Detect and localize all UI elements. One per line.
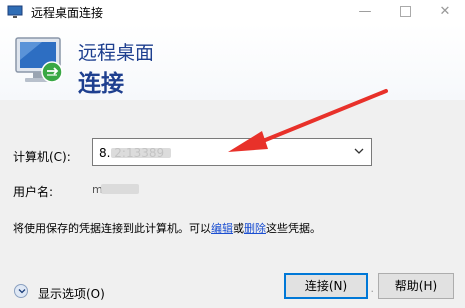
close-button[interactable]: ✕ [425, 0, 465, 24]
redacted-username [101, 184, 139, 194]
header-title-line2: 连接 [78, 71, 124, 97]
help-button[interactable]: 帮助(H) [378, 273, 454, 299]
info-prefix: 将使用保存的凭据连接到此计算机。可以 [13, 222, 211, 235]
username-label: 用户名: [13, 185, 54, 199]
chevron-down-icon [18, 289, 26, 294]
maximize-button[interactable] [385, 0, 425, 24]
minimize-button[interactable]: — [345, 0, 385, 24]
chevron-down-icon[interactable] [353, 145, 365, 157]
credentials-info: 将使用保存的凭据连接到此计算机。可以编辑或删除这些凭据。 [13, 220, 321, 236]
title-bar: 远程桌面连接 — ✕ [0, 0, 465, 24]
remote-desktop-monitor-icon [15, 37, 63, 83]
show-options-toggle[interactable] [14, 284, 28, 298]
computer-label: 计算机(C): [13, 150, 71, 164]
computer-combobox[interactable]: 8. 2:13389 [92, 138, 372, 166]
connect-button[interactable]: 连接(N) [284, 273, 368, 299]
app-icon [7, 5, 23, 18]
edit-link[interactable]: 编辑 [211, 222, 233, 235]
info-or: 或 [233, 222, 244, 235]
maximize-icon [399, 6, 411, 17]
info-suffix: 这些凭据。 [266, 222, 321, 235]
header-banner: 远程桌面 连接 [0, 24, 465, 100]
window-title: 远程桌面连接 [31, 6, 104, 20]
show-options-label[interactable]: 显示选项(O) [38, 285, 105, 302]
delete-link[interactable]: 删除 [244, 222, 266, 235]
redacted-ip [111, 148, 171, 158]
header-title-line1: 远程桌面 [78, 42, 155, 64]
